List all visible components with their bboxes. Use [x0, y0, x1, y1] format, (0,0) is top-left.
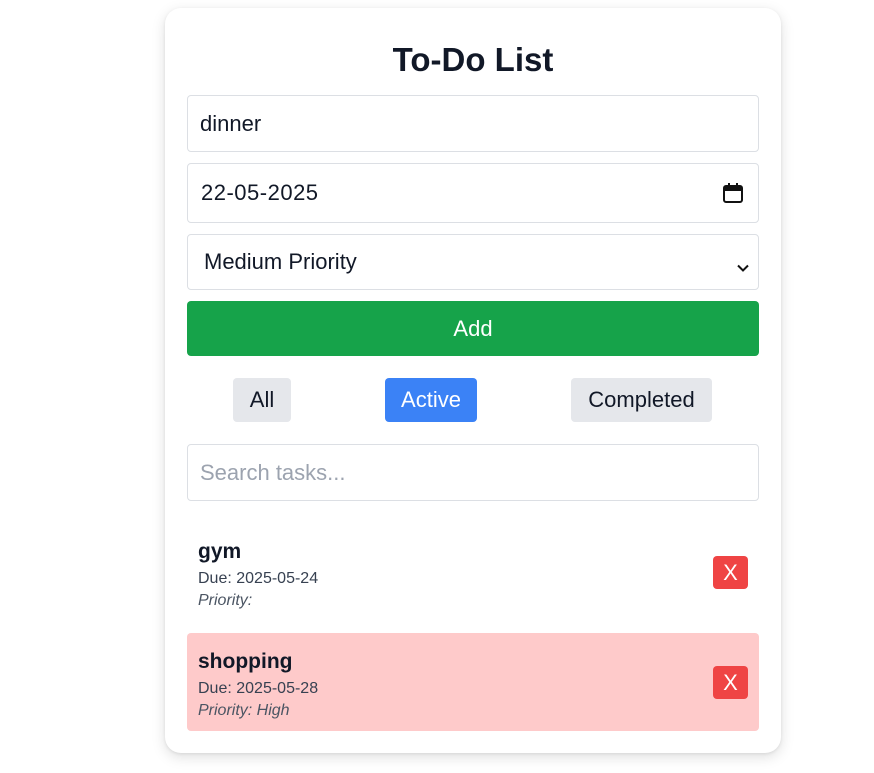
- task-priority: Priority:: [198, 592, 253, 609]
- task-item: gym Due: 2025-05-24 Priority: X: [187, 523, 759, 621]
- calendar-icon[interactable]: [722, 182, 744, 204]
- due-date-value: 22-05-2025: [201, 180, 319, 205]
- add-button[interactable]: Add: [187, 301, 759, 356]
- due-date-input[interactable]: 22-05-2025: [187, 163, 759, 223]
- task-name: gym: [198, 540, 242, 563]
- delete-task-button[interactable]: X: [713, 556, 748, 589]
- page-title: To-Do List: [392, 41, 554, 78]
- task-input[interactable]: [187, 95, 759, 152]
- filter-all-button[interactable]: All: [233, 378, 291, 422]
- filter-active-button[interactable]: Active: [385, 378, 477, 422]
- priority-select-value: Medium Priority: [204, 249, 357, 274]
- task-due-date: Due: 2025-05-24: [198, 570, 319, 587]
- todo-card: To-Do List 22-05-2025 Medium Priority Ad…: [165, 8, 781, 753]
- task-priority: Priority: High: [198, 702, 290, 719]
- delete-task-button[interactable]: X: [713, 666, 748, 699]
- task-name: shopping: [198, 650, 293, 673]
- priority-select[interactable]: Medium Priority: [187, 234, 759, 290]
- task-item: shopping Due: 2025-05-28 Priority: High …: [187, 633, 759, 731]
- filter-completed-button[interactable]: Completed: [571, 378, 712, 422]
- task-due-date: Due: 2025-05-28: [198, 680, 319, 697]
- search-input[interactable]: [187, 444, 759, 501]
- chevron-down-icon: [736, 255, 750, 272]
